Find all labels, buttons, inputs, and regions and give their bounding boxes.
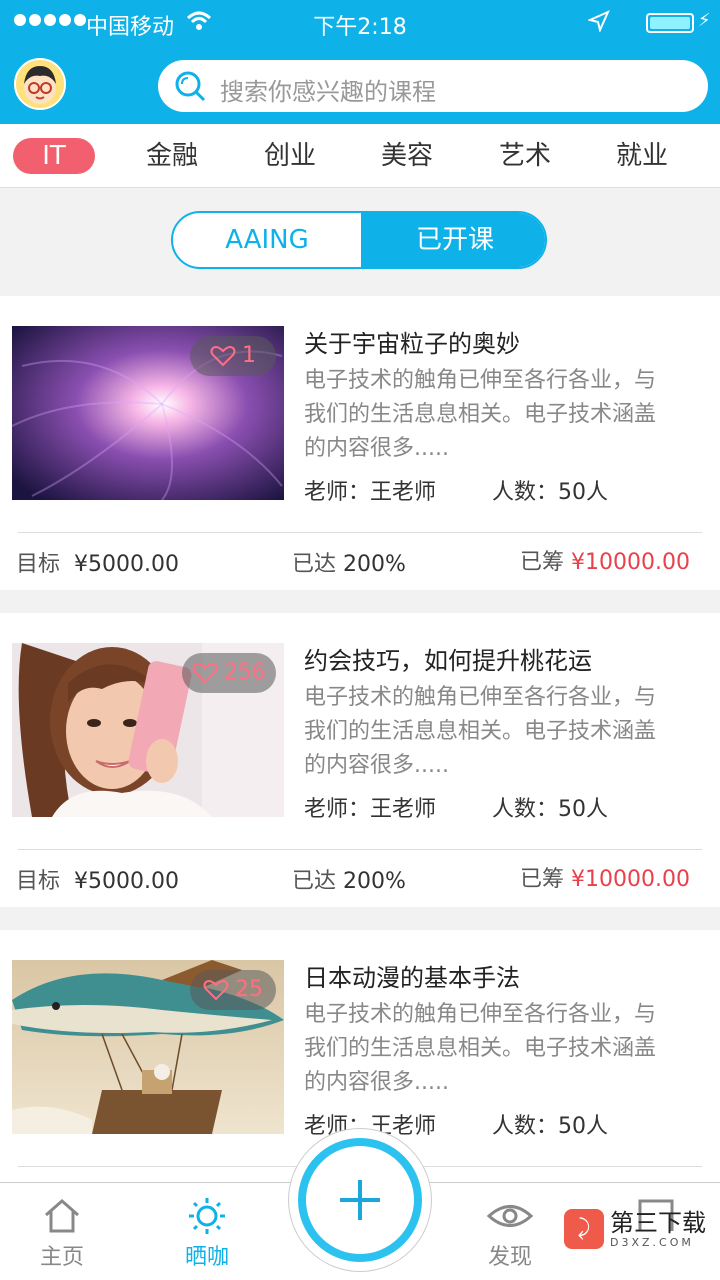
divider — [18, 849, 702, 850]
like-badge[interactable]: 25 — [190, 970, 276, 1010]
course-thumbnail[interactable]: 256 — [12, 643, 284, 817]
home-icon — [45, 1199, 79, 1233]
like-count: 1 — [242, 343, 256, 368]
search-bar[interactable]: 搜索你感兴趣的课程 — [158, 60, 708, 112]
watermark-title: 第三下载 — [610, 1208, 706, 1237]
charging-icon: ⚡ — [698, 10, 711, 31]
location-icon — [588, 10, 610, 32]
people-count: 人数：50人 — [492, 797, 608, 822]
tab-startup[interactable]: 创业 — [250, 138, 330, 174]
course-description: 电子技术的触角已伸至各行各业，与我们的生活息息相关。电子技术涵盖的内容很多...… — [304, 685, 657, 778]
like-badge[interactable]: 256 — [182, 653, 276, 693]
avatar[interactable] — [14, 58, 66, 110]
course-title[interactable]: 约会技巧，如何提升桃花运 — [304, 641, 592, 676]
watermark: ⤸ 第三下载 D3XZ.COM — [564, 1196, 706, 1262]
like-count: 256 — [224, 660, 266, 685]
like-badge[interactable]: 1 — [190, 336, 276, 376]
tab-finance[interactable]: 金融 — [132, 138, 212, 174]
nav-home[interactable]: 主页 — [12, 1197, 112, 1271]
course-title[interactable]: 关于宇宙粒子的奥妙 — [304, 324, 520, 359]
category-tabs: IT 金融 创业 美容 艺术 就业 — [0, 124, 720, 188]
clock: 下午2:18 — [313, 15, 407, 40]
course-description: 电子技术的触角已伸至各行各业，与我们的生活息息相关。电子技术涵盖的内容很多...… — [304, 1002, 657, 1095]
teacher-label: 老师：王老师 — [304, 480, 437, 505]
like-count: 25 — [235, 977, 263, 1002]
add-button[interactable] — [298, 1138, 422, 1262]
nav-home-label: 主页 — [39, 1245, 84, 1270]
sun-icon — [189, 1198, 225, 1234]
segment-started[interactable]: 已开课 — [361, 213, 545, 267]
reach-percent: 已达 200% — [292, 869, 406, 894]
watermark-logo-icon: ⤸ — [564, 1209, 604, 1249]
tab-it[interactable]: IT — [13, 138, 95, 174]
segment-aaing[interactable]: AAING — [173, 213, 361, 267]
nav-discover-label: 发现 — [487, 1245, 532, 1270]
tab-employment[interactable]: 就业 — [602, 138, 682, 174]
heart-icon — [192, 663, 218, 684]
eye-icon — [486, 1205, 534, 1227]
course-card[interactable]: 256 约会技巧，如何提升桃花运 电子技术的触角已伸至各行各业，与我们的生活息息… — [0, 613, 720, 907]
raised-amount: 已筹 ¥10000.00 — [520, 550, 690, 575]
people-count: 人数：50人 — [492, 1114, 608, 1139]
course-description: 电子技术的触角已伸至各行各业，与我们的生活息息相关。电子技术涵盖的内容很多...… — [304, 368, 657, 461]
tab-beauty[interactable]: 美容 — [367, 138, 447, 174]
battery-icon — [646, 13, 694, 33]
tab-art[interactable]: 艺术 — [485, 138, 565, 174]
nav-shaika-label: 晒咖 — [184, 1245, 229, 1270]
people-count: 人数：50人 — [492, 480, 608, 505]
divider — [18, 532, 702, 533]
status-bar: 中国移动 下午2:18 ⚡ — [0, 0, 720, 46]
heart-icon — [210, 346, 236, 367]
reach-percent: 已达 200% — [292, 552, 406, 577]
course-status-toggle: AAING 已开课 — [171, 211, 547, 269]
course-thumbnail[interactable]: 25 — [12, 960, 284, 1134]
heart-icon — [203, 980, 229, 1001]
course-card[interactable]: 1 关于宇宙粒子的奥妙 电子技术的触角已伸至各行各业，与我们的生活息息相关。电子… — [0, 296, 720, 590]
watermark-subtitle: D3XZ.COM — [610, 1235, 694, 1249]
search-icon — [175, 71, 206, 102]
course-thumbnail[interactable]: 1 — [12, 326, 284, 500]
nav-discover[interactable]: 发现 — [460, 1197, 560, 1271]
goal-amount: 目标 ¥5000.00 — [16, 552, 179, 577]
nav-shaika[interactable]: 晒咖 — [157, 1197, 257, 1271]
course-title[interactable]: 日本动漫的基本手法 — [304, 958, 520, 993]
search-input[interactable]: 搜索你感兴趣的课程 — [220, 72, 436, 107]
teacher-label: 老师：王老师 — [304, 797, 437, 822]
app-header: 中国移动 下午2:18 ⚡ 搜索你感兴趣的课程 — [0, 0, 720, 124]
raised-amount: 已筹 ¥10000.00 — [520, 867, 690, 892]
goal-amount: 目标 ¥5000.00 — [16, 869, 179, 894]
